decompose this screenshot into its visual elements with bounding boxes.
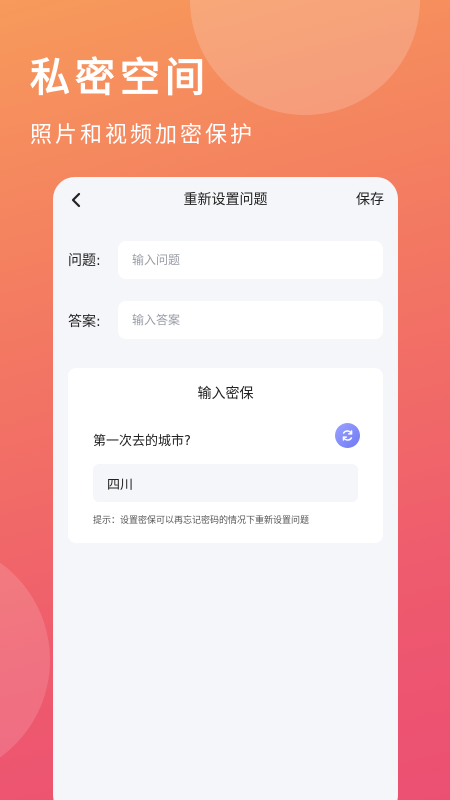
decorative-circle-left — [0, 540, 50, 780]
question-label: 问题: — [68, 253, 101, 269]
refresh-question-button[interactable] — [335, 423, 360, 448]
security-answer-input[interactable] — [93, 464, 358, 502]
hero-title: 私密空间 — [30, 55, 210, 101]
question-input[interactable] — [118, 241, 383, 279]
page-title: 重新设置问题 — [183, 192, 268, 208]
security-question-text: 第一次去的城市? — [93, 434, 191, 449]
hero-subtitle: 照片和视频加密保护 — [30, 123, 256, 148]
answer-label: 答案: — [68, 314, 101, 330]
card-title: 输入密保 — [197, 386, 254, 402]
hint-text: 提示：设置密保可以再忘记密码的情况下重新设置问题 — [93, 516, 310, 526]
decorative-circle-top — [190, 0, 420, 115]
refresh-icon — [342, 430, 353, 441]
phone-panel: 重新设置问题 保存 问题: 答案: 输入密保 第一次去的城市? 提示：设置密保可… — [53, 177, 398, 800]
top-nav-bar: 重新设置问题 保存 — [53, 177, 398, 223]
answer-input[interactable] — [118, 301, 383, 339]
background: 私密空间 照片和视频加密保护 重新设置问题 保存 问题: 答案: 输入密保 第一… — [0, 0, 450, 800]
save-button[interactable]: 保存 — [356, 189, 384, 209]
security-question-card: 输入密保 第一次去的城市? 提示：设置密保可以再忘记密码的情况下重新设置问题 — [68, 368, 383, 543]
